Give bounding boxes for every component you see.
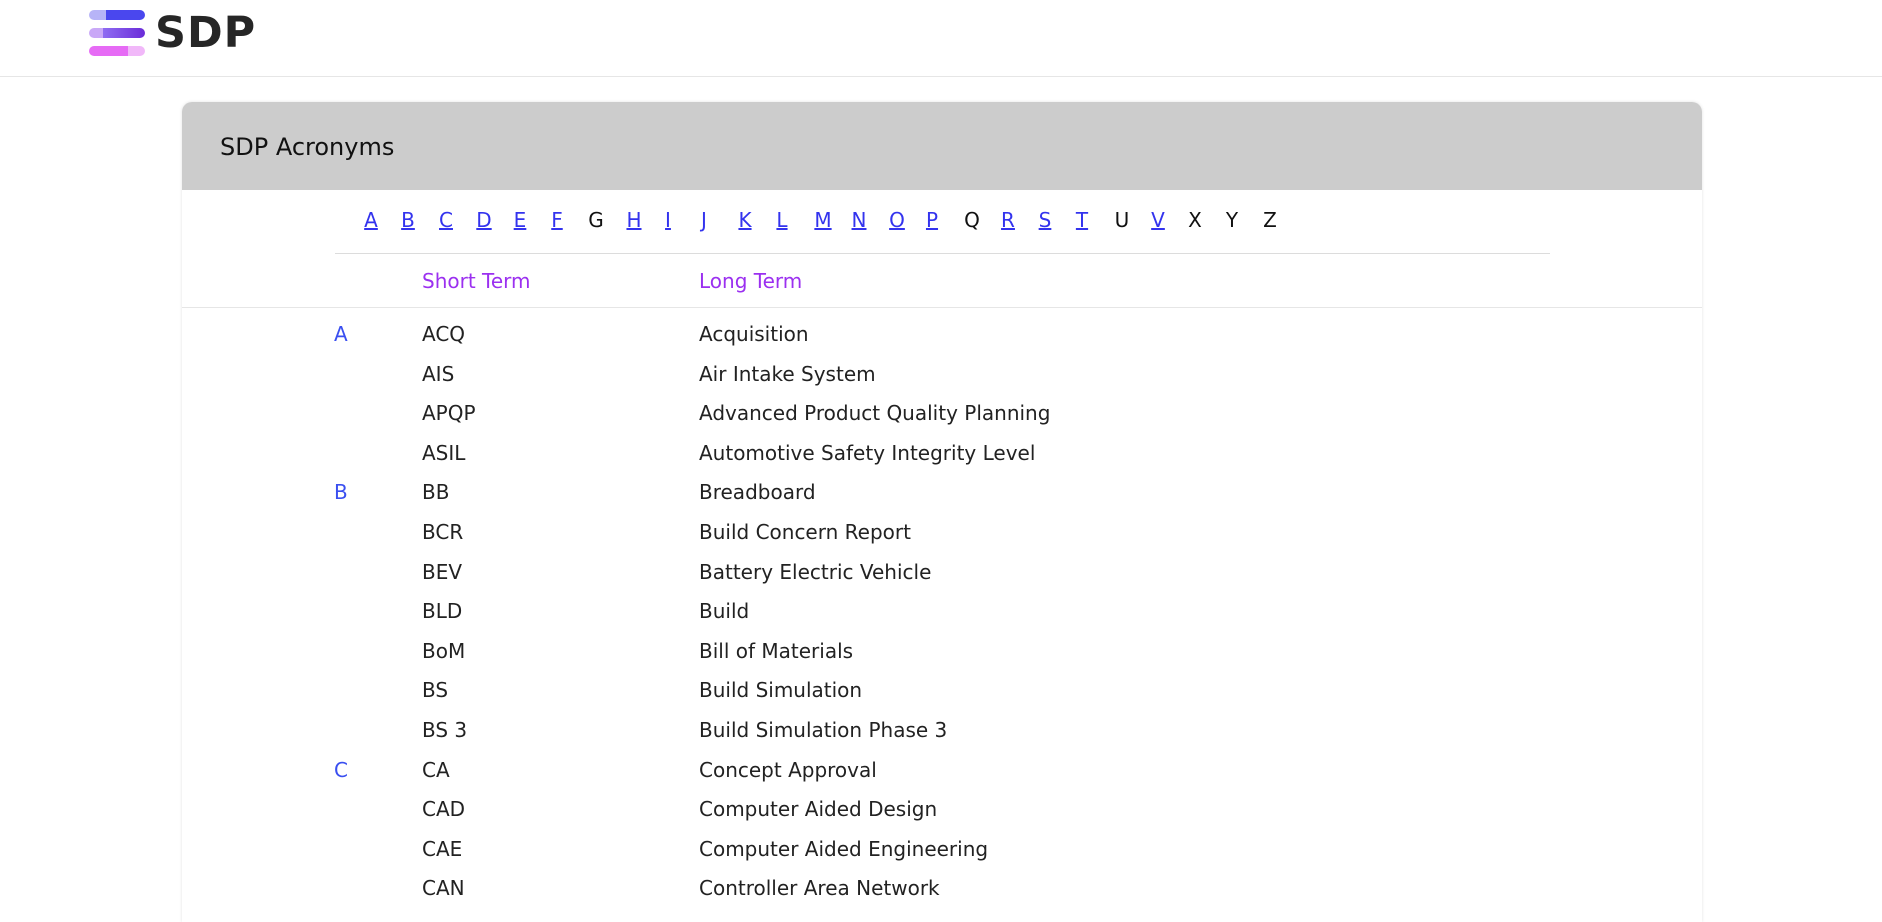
group-letter: C [334,758,348,782]
letter-a-link[interactable]: A [359,207,383,233]
table-row: CAD Computer Aided Design [0,794,1400,824]
long-term-cell: Breadboard [699,480,816,504]
short-term-cell: CA [422,758,450,782]
long-term-cell: Battery Electric Vehicle [699,560,932,584]
letter-e-link[interactable]: E [508,207,532,233]
table-row: BEV Battery Electric Vehicle [0,557,1400,587]
table-row: AIS Air Intake System [0,359,1400,389]
letter-p-link[interactable]: P [920,207,944,233]
short-term-cell: BS 3 [422,718,468,742]
letter-y-label: Y [1225,208,1239,232]
letter-d-link[interactable]: D [472,207,496,233]
long-term-cell: Bill of Materials [699,639,854,663]
group-letter: A [334,322,348,346]
letter-i-link[interactable]: I [656,207,680,233]
letter-q-label: Q [964,208,980,232]
table-row: B BB Breadboard [0,477,1400,507]
page-title: SDP Acronyms [220,133,395,161]
long-term-cell: Build Concern Report [699,520,911,544]
long-term-cell: Advanced Product Quality Planning [699,401,1051,425]
long-term-cell: Air Intake System [699,362,876,386]
table-row: A ACQ Acquisition [0,319,1400,349]
long-term-cell: Build [699,599,750,623]
table-row: BCR Build Concern Report [0,517,1400,547]
table-row: BoM Bill of Materials [0,636,1400,666]
logo-text: SDP [155,8,257,58]
table-row: ASIL Automotive Safety Integrity Level [0,438,1400,468]
letter-n-link[interactable]: N [847,207,871,233]
letter-l-link[interactable]: L [770,207,794,233]
long-term-cell: Concept Approval [699,758,877,782]
letter-u-label: U [1114,208,1130,232]
letter-x-label: X [1188,208,1202,232]
card-header: SDP Acronyms [182,102,1702,190]
letter-z-label: Z [1263,208,1277,232]
column-header-long-term: Long Term [699,269,803,293]
short-term-cell: AIS [422,362,455,386]
short-term-cell: BEV [422,560,463,584]
top-bar: SDP [0,0,1882,77]
logo-stripes-icon [89,8,145,58]
table-row: C CA Concept Approval [0,755,1400,785]
divider [335,253,1550,254]
short-term-cell: APQP [422,401,476,425]
short-term-cell: BCR [422,520,464,544]
long-term-cell: Automotive Safety Integrity Level [699,441,1036,465]
short-term-cell: ASIL [422,441,466,465]
short-term-cell: CAN [422,876,465,900]
sdp-logo[interactable]: SDP [89,8,259,58]
short-term-cell: BoM [422,639,466,663]
column-header-short-term: Short Term [422,269,531,293]
letter-k-link[interactable]: K [733,207,757,233]
letter-r-link[interactable]: R [996,207,1020,233]
short-term-cell: CAD [422,797,466,821]
table-row: BS 3 Build Simulation Phase 3 [0,715,1400,745]
letter-m-link[interactable]: M [811,207,835,233]
table-row: BS Build Simulation [0,675,1400,705]
letter-b-link[interactable]: B [396,207,420,233]
group-letter: B [334,480,348,504]
letter-t-link[interactable]: T [1070,207,1094,233]
long-term-cell: Computer Aided Design [699,797,938,821]
short-term-cell: BS [422,678,449,702]
letter-c-link[interactable]: C [434,207,458,233]
table-row: CAE Computer Aided Engineering [0,834,1400,864]
short-term-cell: ACQ [422,322,466,346]
letter-h-link[interactable]: H [622,207,646,233]
long-term-cell: Build Simulation [699,678,863,702]
letter-s-link[interactable]: S [1033,207,1057,233]
table-row: CAN Controller Area Network [0,873,1400,903]
table-row: BLD Build [0,596,1400,626]
letter-v-link[interactable]: V [1146,207,1170,233]
letter-f-link[interactable]: F [545,207,569,233]
table-row: APQP Advanced Product Quality Planning [0,398,1400,428]
letter-g-label: G [588,208,604,232]
long-term-cell: Build Simulation Phase 3 [699,718,948,742]
long-term-cell: Computer Aided Engineering [699,837,989,861]
long-term-cell: Acquisition [699,322,809,346]
table-separator [182,307,1702,308]
letter-j-link[interactable]: J [692,207,716,233]
short-term-cell: BLD [422,599,463,623]
long-term-cell: Controller Area Network [699,876,940,900]
short-term-cell: CAE [422,837,463,861]
short-term-cell: BB [422,480,450,504]
letter-o-link[interactable]: O [885,207,909,233]
